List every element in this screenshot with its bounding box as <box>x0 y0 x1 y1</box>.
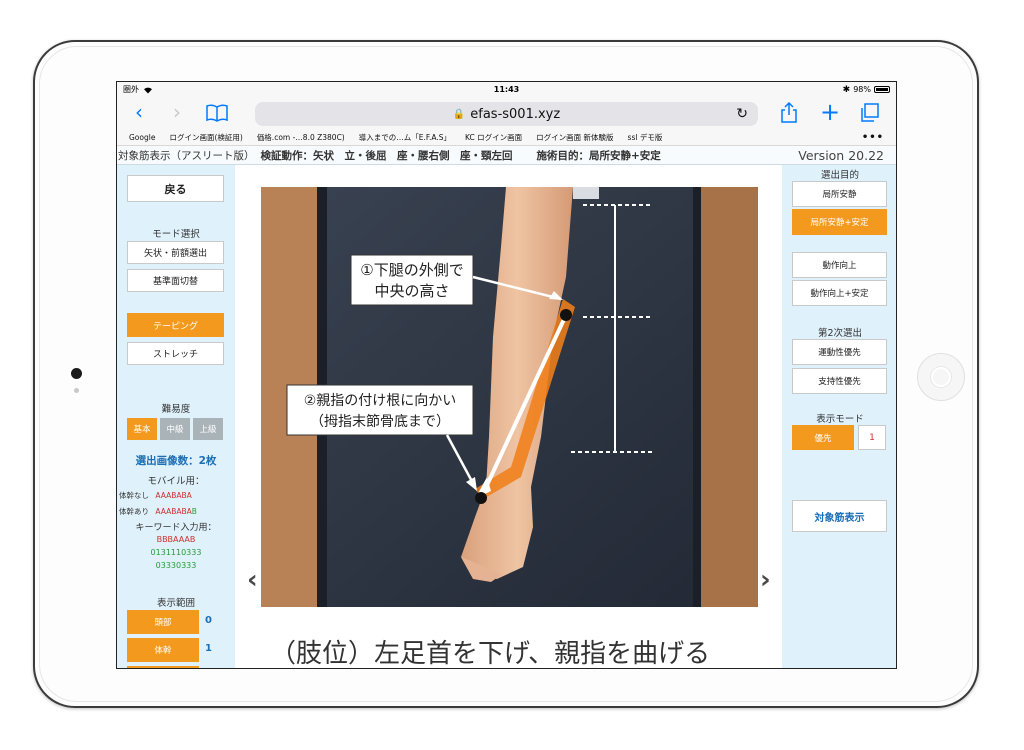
motion-improve-button[interactable]: 動作向上 <box>792 252 887 278</box>
trunk-yes-code-suffix: B <box>191 507 197 516</box>
leg-taping-illustration: ①下腿の外側で 中央の高さ ②親指の付け根に向かい （拇指末節骨底まで） <box>261 187 758 607</box>
target-muscle-display-button[interactable]: 対象筋表示 <box>792 500 887 532</box>
level-basic-button[interactable]: 基本 <box>127 418 157 440</box>
note1-line2: 中央の高さ <box>374 282 449 300</box>
bookmark-efas[interactable]: 導入までの…ム「E.F.A.S」 <box>359 132 451 143</box>
new-tab-icon[interactable]: + <box>820 100 840 124</box>
lock-icon: 🔒 <box>452 108 466 120</box>
treatment-purpose: 施術目的：局所安静+安定 <box>536 149 661 162</box>
light-sensor <box>74 388 79 393</box>
trunk-yes-row: 体幹あり AAABABAB <box>119 506 197 517</box>
share-icon[interactable] <box>780 102 798 124</box>
bookmark-google[interactable]: Google <box>129 133 155 142</box>
forward-arrow-icon[interactable]: › <box>173 102 181 122</box>
trunk-none-code: AAABABA <box>155 491 192 500</box>
secondary-selection-label: 第2次選出 <box>817 328 863 339</box>
selection-purpose-label: 選出目的 <box>820 170 859 181</box>
page-title: 対象筋表示（アスリート版） <box>118 149 255 162</box>
sagittal-frontal-button[interactable]: 矢状・前額選出 <box>127 241 224 264</box>
keyword-label: キーワード入力用： <box>135 523 217 533</box>
reload-icon[interactable]: ↻ <box>736 106 748 122</box>
bookmark-kakaku[interactable]: 価格.com -…8.0 Z380C) <box>257 132 345 143</box>
back-arrow-icon[interactable]: ‹ <box>135 102 143 122</box>
display-mode-label: 表示モード <box>816 414 864 425</box>
image-count: 選出画像数：2枚 <box>135 455 217 467</box>
range-trunk-count: 1 <box>205 643 212 654</box>
bookmark-login-new[interactable]: ログイン画面 新体験版 <box>536 132 613 143</box>
priority-value-field[interactable]: 1 <box>858 425 886 450</box>
keyword-code-3: 03330333 <box>155 561 197 570</box>
more-icon[interactable]: ••• <box>862 132 884 143</box>
prev-image-arrow[interactable]: ‹ <box>247 565 258 595</box>
trunk-none-row: 体幹なし AAABABA <box>119 490 192 501</box>
bookmark-ssl-demo[interactable]: ssl デモ版 <box>628 132 663 143</box>
range-head-button[interactable]: 頭部 <box>127 610 199 634</box>
taping-photo: ①下腿の外側で 中央の高さ ②親指の付け根に向かい （拇指末節骨底まで） <box>261 187 758 607</box>
home-button[interactable] <box>917 353 965 401</box>
page-header: 対象筋表示（アスリート版） 検証動作：矢状 立・後屈 座・腰右側 座・頸左回 施… <box>117 146 896 165</box>
local-rest-button[interactable]: 局所安静 <box>792 181 887 207</box>
keyword-code-1: BBBAAAB <box>156 535 196 544</box>
range-next-button-partial[interactable] <box>127 666 199 668</box>
status-bar: 圏外 11:43 ✱ 98% <box>117 82 896 97</box>
motion-improve-stable-button[interactable]: 動作向上+安定 <box>792 280 887 306</box>
level-high-button[interactable]: 上級 <box>193 418 223 440</box>
bookmarks-icon[interactable] <box>205 104 229 122</box>
next-image-arrow[interactable]: › <box>760 565 771 595</box>
support-priority-button[interactable]: 支持性優先 <box>792 368 887 394</box>
bookmark-login-test[interactable]: ログイン画面(検証用) <box>169 132 242 143</box>
back-button[interactable]: 戻る <box>127 175 224 202</box>
page-content: 戻る モード選択 矢状・前額選出 基準面切替 テーピング ストレッチ 難易度 基… <box>117 165 896 669</box>
mobile-label: モバイル用： <box>147 476 205 487</box>
address-bar[interactable]: 🔒 efas-s001.xyz ↻ <box>255 102 758 126</box>
home-icon <box>931 367 951 387</box>
bookmark-kc-login[interactable]: KC ログイン画面 <box>465 132 522 143</box>
trunk-yes-code: AAABABA <box>155 507 192 516</box>
ipad-screen: 圏外 11:43 ✱ 98% ‹ › 🔒 efas-s001.xyz ↻ + G… <box>116 81 897 669</box>
clock: 11:43 <box>493 85 520 94</box>
range-trunk-button[interactable]: 体幹 <box>127 638 199 662</box>
note2-line2: （拇指末節骨底まで） <box>310 413 450 430</box>
url-text: efas-s001.xyz <box>470 106 561 122</box>
note2-line1: ②親指の付け根に向かい <box>304 393 457 409</box>
difficulty-label: 難易度 <box>161 404 191 415</box>
trunk-yes-label: 体幹あり <box>119 507 149 516</box>
test-motion: 検証動作：矢状 立・後屈 座・腰右側 座・頸左回 <box>260 149 513 162</box>
posture-caption: （肢位）左足首を下げ、親指を曲げる <box>270 639 711 669</box>
base-plane-switch-button[interactable]: 基準面切替 <box>127 269 224 292</box>
bookmarks-bar: Google ログイン画面(検証用) 価格.com -…8.0 Z380C) 導… <box>117 129 896 146</box>
level-mid-button[interactable]: 中級 <box>160 418 190 440</box>
priority-mode-button[interactable]: 優先 <box>792 425 854 450</box>
mode-select-label: モード選択 <box>152 229 200 240</box>
tabs-icon[interactable] <box>859 103 879 123</box>
note1-line1: ①下腿の外側で <box>360 261 463 279</box>
keyword-code-2: 0131110333 <box>150 548 202 557</box>
local-rest-stable-button[interactable]: 局所安静+安定 <box>792 209 887 235</box>
browser-toolbar: ‹ › 🔒 efas-s001.xyz ↻ + <box>117 97 896 129</box>
main-view: ①下腿の外側で 中央の高さ ②親指の付け根に向かい （拇指末節骨底まで） ‹ ›… <box>235 165 782 669</box>
version-label: Version 20.22 <box>798 148 884 163</box>
trunk-none-label: 体幹なし <box>119 491 149 500</box>
front-camera <box>71 368 82 379</box>
stretch-button[interactable]: ストレッチ <box>127 342 224 365</box>
left-panel: 戻る モード選択 矢状・前額選出 基準面切替 テーピング ストレッチ 難易度 基… <box>117 165 235 668</box>
right-panel: 選出目的 局所安静 局所安静+安定 動作向上 動作向上+安定 第2次選出 運動性… <box>782 165 896 668</box>
mobility-priority-button[interactable]: 運動性優先 <box>792 339 887 365</box>
display-range-label: 表示範囲 <box>156 598 195 609</box>
battery-icon <box>874 86 890 93</box>
taping-button[interactable]: テーピング <box>127 313 224 337</box>
difficulty-selector: 基本 中級 上級 <box>127 418 223 440</box>
range-head-count: 0 <box>205 615 212 626</box>
